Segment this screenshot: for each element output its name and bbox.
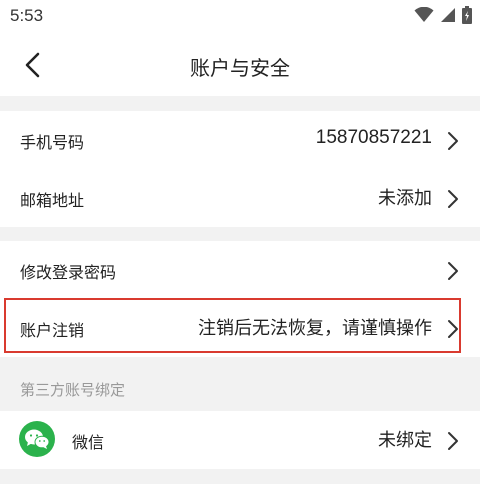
delete-account-row[interactable]: 账户注销 注销后无法恢复，请谨慎操作 — [0, 299, 480, 357]
status-icons — [414, 6, 472, 24]
chevron-right-icon — [448, 432, 458, 450]
change-password-label: 修改登录密码 — [20, 263, 117, 282]
battery-icon — [462, 6, 472, 24]
status-time: 5:53 — [10, 6, 44, 25]
wechat-status: 未绑定 — [378, 430, 432, 451]
page-title: 账户与安全 — [190, 56, 290, 80]
signal-icon — [441, 8, 455, 22]
delete-account-warning: 注销后无法恢复，请谨慎操作 — [198, 318, 432, 339]
chevron-right-icon — [448, 320, 458, 338]
nav-bar: 账户与安全 — [0, 34, 480, 96]
chevron-right-icon — [448, 132, 458, 150]
wechat-label: 微信 — [72, 433, 105, 452]
wechat-row[interactable]: 微信 未绑定 — [0, 411, 480, 469]
chevron-right-icon — [448, 190, 458, 208]
wechat-icon — [19, 421, 55, 457]
wifi-icon — [414, 7, 434, 22]
email-value: 未添加 — [378, 188, 432, 209]
email-label: 邮箱地址 — [20, 191, 85, 210]
third-party-header: 第三方账号绑定 — [20, 381, 126, 399]
chevron-right-icon — [448, 262, 458, 280]
email-row[interactable]: 邮箱地址 未添加 — [0, 169, 480, 227]
phone-value: 15870857221 — [315, 127, 432, 148]
phone-label: 手机号码 — [20, 133, 85, 152]
phone-row[interactable]: 手机号码 15870857221 — [0, 111, 480, 169]
status-bar: 5:53 — [0, 0, 480, 34]
change-password-row[interactable]: 修改登录密码 — [0, 241, 480, 299]
delete-account-label: 账户注销 — [20, 321, 85, 340]
